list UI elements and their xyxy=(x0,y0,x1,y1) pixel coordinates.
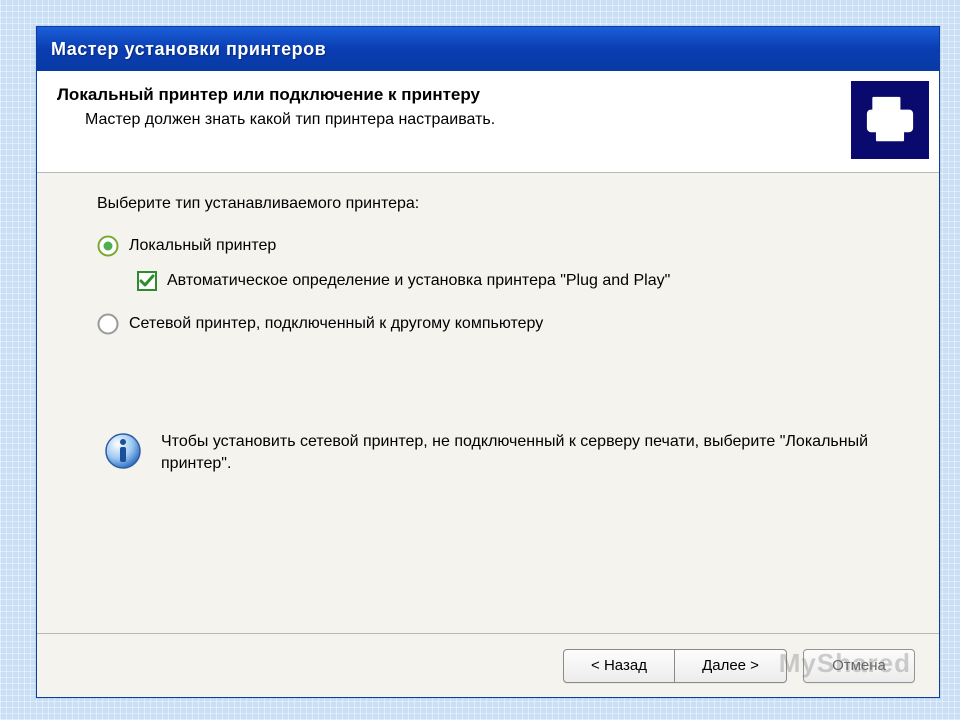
info-text: Чтобы установить сетевой принтер, не под… xyxy=(161,431,879,474)
radio-network-label: Сетевой принтер, подключенный к другому … xyxy=(129,315,543,333)
instruction-text: Выберите тип устанавливаемого принтера: xyxy=(97,195,879,213)
checkbox-pnp-label: Автоматическое определение и установка п… xyxy=(167,272,670,290)
radio-local-printer[interactable]: Локальный принтер xyxy=(97,235,879,257)
wizard-header: Локальный принтер или подключение к прин… xyxy=(37,71,939,173)
info-icon xyxy=(103,431,143,471)
cancel-button[interactable]: Отмена xyxy=(803,649,915,683)
titlebar: Мастер установки принтеров xyxy=(37,27,939,71)
radio-unselected-icon xyxy=(97,313,119,335)
checkbox-pnp[interactable]: Автоматическое определение и установка п… xyxy=(137,271,879,291)
wizard-window: Мастер установки принтеров Локальный при… xyxy=(36,26,940,698)
next-button[interactable]: Далее > xyxy=(675,649,787,683)
radio-local-label: Локальный принтер xyxy=(129,237,276,255)
checkbox-checked-icon xyxy=(137,271,157,291)
radio-network-printer[interactable]: Сетевой принтер, подключенный к другому … xyxy=(97,313,879,335)
nav-button-group: < Назад Далее > xyxy=(563,649,787,683)
radio-selected-icon xyxy=(97,235,119,257)
wizard-footer: < Назад Далее > Отмена xyxy=(37,633,939,697)
header-title: Локальный принтер или подключение к прин… xyxy=(57,85,919,105)
printer-icon xyxy=(851,81,929,159)
back-button[interactable]: < Назад xyxy=(563,649,675,683)
window-title: Мастер установки принтеров xyxy=(51,39,326,60)
header-subtitle: Мастер должен знать какой тип принтера н… xyxy=(85,111,919,129)
wizard-content: Выберите тип устанавливаемого принтера: … xyxy=(37,173,939,484)
info-panel: Чтобы установить сетевой принтер, не под… xyxy=(103,431,879,474)
